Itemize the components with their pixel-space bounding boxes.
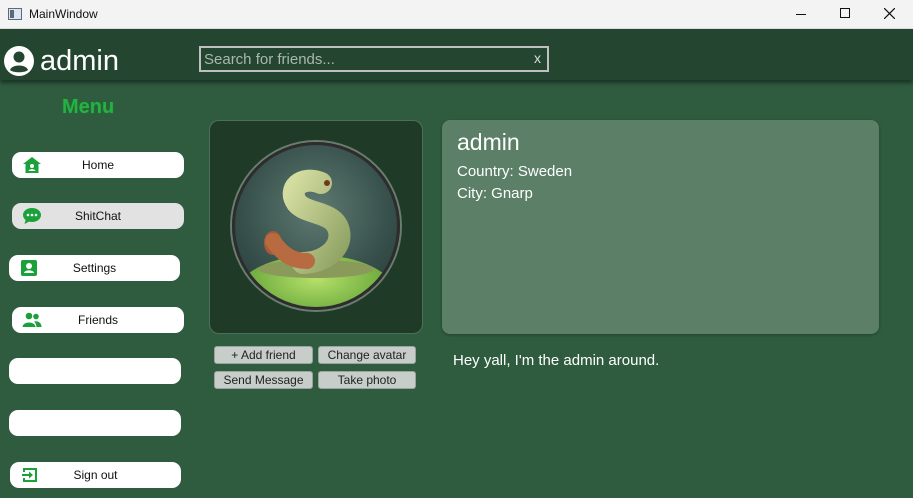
menu-shitchat-button[interactable]: ShitChat [12,203,184,229]
clear-search-button[interactable]: x [534,50,541,66]
profile-city: City: Gnarp [457,185,533,202]
add-friend-button[interactable]: + Add friend [214,346,313,364]
window-title: MainWindow [29,7,98,21]
change-avatar-button[interactable]: Change avatar [318,346,416,364]
menu-home-button[interactable]: Home [12,152,184,178]
profile-bio: Hey yall, I'm the admin around. [453,352,660,369]
friend-search: x [199,46,549,72]
menu-friends-label: Friends [77,313,118,327]
send-message-button[interactable]: Send Message [214,371,313,389]
close-icon [884,8,895,19]
menu-empty-button-1[interactable] [9,358,181,384]
menu-empty-button-2[interactable] [9,410,181,436]
worm-illustration [236,169,396,307]
menu-shitchat-label: ShitChat [74,209,122,223]
header-username: admin [40,45,119,77]
app-header: admin x [0,29,913,80]
minimize-icon [796,14,806,15]
menu-friends-button[interactable]: Friends [12,307,184,333]
search-input[interactable] [204,50,524,69]
profile-country: Country: Sweden [457,163,573,180]
take-photo-button[interactable]: Take photo [318,371,416,389]
menu-title: Menu [62,96,115,118]
profile-info-panel: admin Country: Sweden City: Gnarp [442,120,879,334]
close-button[interactable] [867,0,913,28]
menu-settings-label: Settings [72,261,117,275]
avatar-panel [209,120,423,334]
app-icon [8,8,22,20]
window-titlebar: MainWindow [0,0,913,29]
menu-settings-button[interactable]: Settings [9,255,180,281]
menu-home-label: Home [81,158,114,172]
menu-signout-label: Sign out [73,468,118,482]
minimize-button[interactable] [778,0,824,28]
user-avatar-icon [4,46,34,76]
maximize-icon [840,8,850,18]
profile-avatar-image [232,142,400,310]
menu-signout-button[interactable]: Sign out [10,462,181,488]
maximize-button[interactable] [823,0,869,28]
profile-name: admin [457,129,520,155]
